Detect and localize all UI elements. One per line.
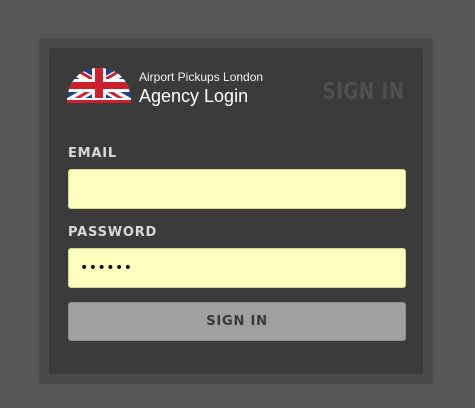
password-field[interactable] [68,248,406,288]
company-name: Airport Pickups London [139,70,264,84]
sign-in-heading: SIGN IN [322,79,405,105]
email-field[interactable] [68,169,406,209]
email-label: EMAIL [68,146,117,161]
brand-block: Airport Pickups London Agency Login [139,70,309,110]
portal-title: Agency Login [139,86,249,106]
union-jack-flag-icon [66,66,132,104]
password-label: PASSWORD [68,225,158,240]
sign-in-button[interactable]: SIGN IN [68,302,406,341]
